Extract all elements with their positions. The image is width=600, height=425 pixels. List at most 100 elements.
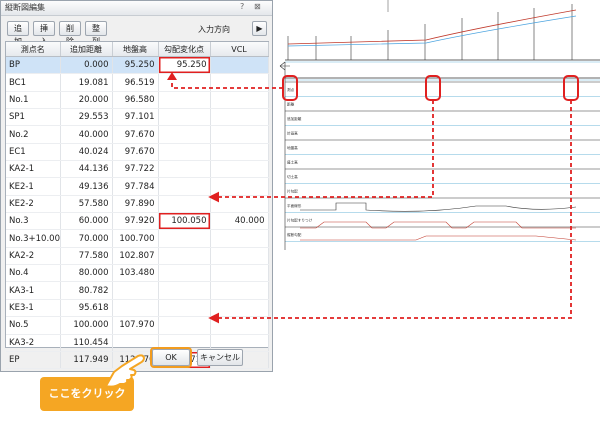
ground-height-cell[interactable]: 102.807 [112, 247, 159, 266]
station-name-cell[interactable]: No.1 [6, 91, 61, 110]
ground-height-cell[interactable]: 107.970 [112, 316, 159, 335]
distance-cell[interactable]: 80.000 [60, 264, 113, 283]
station-name-cell[interactable]: EC1 [6, 143, 61, 162]
table-row[interactable]: SP1 29.553 97.101 [6, 108, 269, 127]
ground-height-cell[interactable]: 100.700 [112, 229, 159, 248]
column-header[interactable]: VCL [210, 42, 269, 57]
vcl-cell[interactable] [210, 160, 269, 179]
distance-cell[interactable]: 60.000 [60, 212, 113, 231]
vcl-cell[interactable] [210, 143, 269, 162]
vcl-cell[interactable] [210, 299, 269, 318]
ground-height-cell[interactable]: 96.519 [112, 73, 159, 92]
distance-cell[interactable]: 57.580 [60, 195, 113, 214]
grade-change-cell[interactable] [158, 281, 211, 300]
column-header[interactable]: 測点名 [6, 42, 61, 57]
table-row[interactable]: No.5 100.000 107.970 [6, 316, 269, 335]
vcl-cell[interactable] [210, 73, 269, 92]
vcl-cell[interactable] [210, 229, 269, 248]
table-row[interactable]: No.1 20.000 96.580 [6, 91, 269, 110]
vcl-cell[interactable] [210, 264, 269, 283]
grade-change-cell[interactable] [158, 177, 211, 196]
station-name-cell[interactable]: KA3-2 [6, 334, 61, 352]
station-name-cell[interactable]: No.4 [6, 264, 61, 283]
distance-cell[interactable]: 0.000 [60, 56, 113, 75]
grade-change-cell[interactable] [158, 160, 211, 179]
distance-cell[interactable]: 20.000 [60, 91, 113, 110]
profile-grid[interactable]: 測点名 追加距離 地盤高 勾配変化点 VCL BP 0.000 95.250 95.2… [5, 41, 269, 370]
station-name-cell[interactable]: EP [6, 351, 61, 370]
grade-change-cell[interactable] [158, 125, 211, 144]
distance-cell[interactable]: 80.782 [60, 281, 113, 300]
ground-height-cell[interactable]: 103.480 [112, 264, 159, 283]
delete-button[interactable]: 削除 [59, 21, 81, 46]
table-row[interactable]: No.2 40.000 97.670 [6, 125, 269, 144]
grade-change-cell[interactable]: 95.250 [158, 56, 211, 75]
ground-height-cell[interactable]: 97.784 [112, 177, 159, 196]
cancel-button[interactable]: キャンセル [197, 349, 243, 366]
column-header[interactable]: 追加距離 [60, 42, 113, 57]
grade-change-cell[interactable]: 100.050 [158, 212, 211, 231]
grade-change-cell[interactable] [158, 143, 211, 162]
insert-button[interactable]: 挿入 [33, 21, 55, 46]
ground-height-cell[interactable]: 97.722 [112, 160, 159, 179]
grade-change-cell[interactable] [158, 316, 211, 335]
table-row[interactable]: KA2-2 77.580 102.807 [6, 247, 269, 266]
station-name-cell[interactable]: No.2 [6, 125, 61, 144]
vcl-cell[interactable] [210, 247, 269, 266]
add-button[interactable]: 追加 [7, 21, 29, 46]
ground-height-cell[interactable]: 97.920 [112, 212, 159, 231]
vcl-cell[interactable] [210, 281, 269, 300]
table-row[interactable]: No.3+10.00 70.000 100.700 [6, 229, 269, 248]
grade-change-cell[interactable] [158, 247, 211, 266]
table-row[interactable]: EC1 40.024 97.670 [6, 143, 269, 162]
distance-cell[interactable]: 95.618 [60, 299, 113, 318]
table-row[interactable]: KE2-2 57.580 97.890 [6, 195, 269, 214]
table-row[interactable]: KE3-1 95.618 [6, 299, 269, 318]
grade-change-cell[interactable] [158, 299, 211, 318]
distance-cell[interactable]: 70.000 [60, 229, 113, 248]
vcl-cell[interactable]: 40.000 [210, 212, 269, 231]
vcl-cell[interactable] [210, 177, 269, 196]
ok-button[interactable]: OK [152, 349, 190, 366]
distance-cell[interactable]: 100.000 [60, 316, 113, 335]
station-name-cell[interactable]: No.3 [6, 212, 61, 231]
distance-cell[interactable]: 19.081 [60, 73, 113, 92]
close-icon[interactable]: ⊠ [254, 2, 261, 11]
distance-cell[interactable]: 77.580 [60, 247, 113, 266]
table-row[interactable]: No.3 60.000 97.920 100.050 40.000 [6, 212, 269, 231]
grade-change-cell[interactable] [158, 91, 211, 110]
ground-height-cell[interactable]: 96.580 [112, 91, 159, 110]
distance-cell[interactable]: 40.000 [60, 125, 113, 144]
vcl-cell[interactable] [210, 316, 269, 335]
vcl-cell[interactable] [210, 108, 269, 127]
ground-height-cell[interactable] [112, 299, 159, 318]
vcl-cell[interactable] [210, 91, 269, 110]
grade-change-cell[interactable] [158, 195, 211, 214]
station-name-cell[interactable]: KA2-2 [6, 247, 61, 266]
vcl-cell[interactable] [210, 195, 269, 214]
table-row[interactable]: No.4 80.000 103.480 [6, 264, 269, 283]
ground-height-cell[interactable]: 97.670 [112, 143, 159, 162]
station-name-cell[interactable]: No.5 [6, 316, 61, 335]
table-row[interactable]: BC1 19.081 96.519 [6, 73, 269, 92]
help-icon[interactable]: ? [240, 2, 244, 11]
distance-cell[interactable]: 44.136 [60, 160, 113, 179]
vcl-cell[interactable] [210, 125, 269, 144]
table-row[interactable]: KE2-1 49.136 97.784 [6, 177, 269, 196]
station-name-cell[interactable]: KE2-2 [6, 195, 61, 214]
distance-cell[interactable]: 40.024 [60, 143, 113, 162]
column-header[interactable]: 地盤高 [112, 42, 159, 57]
distance-cell[interactable]: 29.553 [60, 108, 113, 127]
table-row[interactable]: BP 0.000 95.250 95.250 [6, 56, 269, 75]
vcl-cell[interactable] [210, 56, 269, 75]
station-name-cell[interactable]: KE3-1 [6, 299, 61, 318]
column-header[interactable]: 勾配変化点 [158, 42, 211, 57]
ground-height-cell[interactable]: 95.250 [112, 56, 159, 75]
distance-cell[interactable]: 49.136 [60, 177, 113, 196]
station-name-cell[interactable]: No.3+10.00 [6, 229, 61, 248]
ground-height-cell[interactable]: 97.101 [112, 108, 159, 127]
table-row[interactable]: KA2-1 44.136 97.722 [6, 160, 269, 179]
grade-change-cell[interactable] [158, 229, 211, 248]
table-row[interactable]: KA3-1 80.782 [6, 281, 269, 300]
sort-button[interactable]: 整列 [85, 21, 107, 46]
